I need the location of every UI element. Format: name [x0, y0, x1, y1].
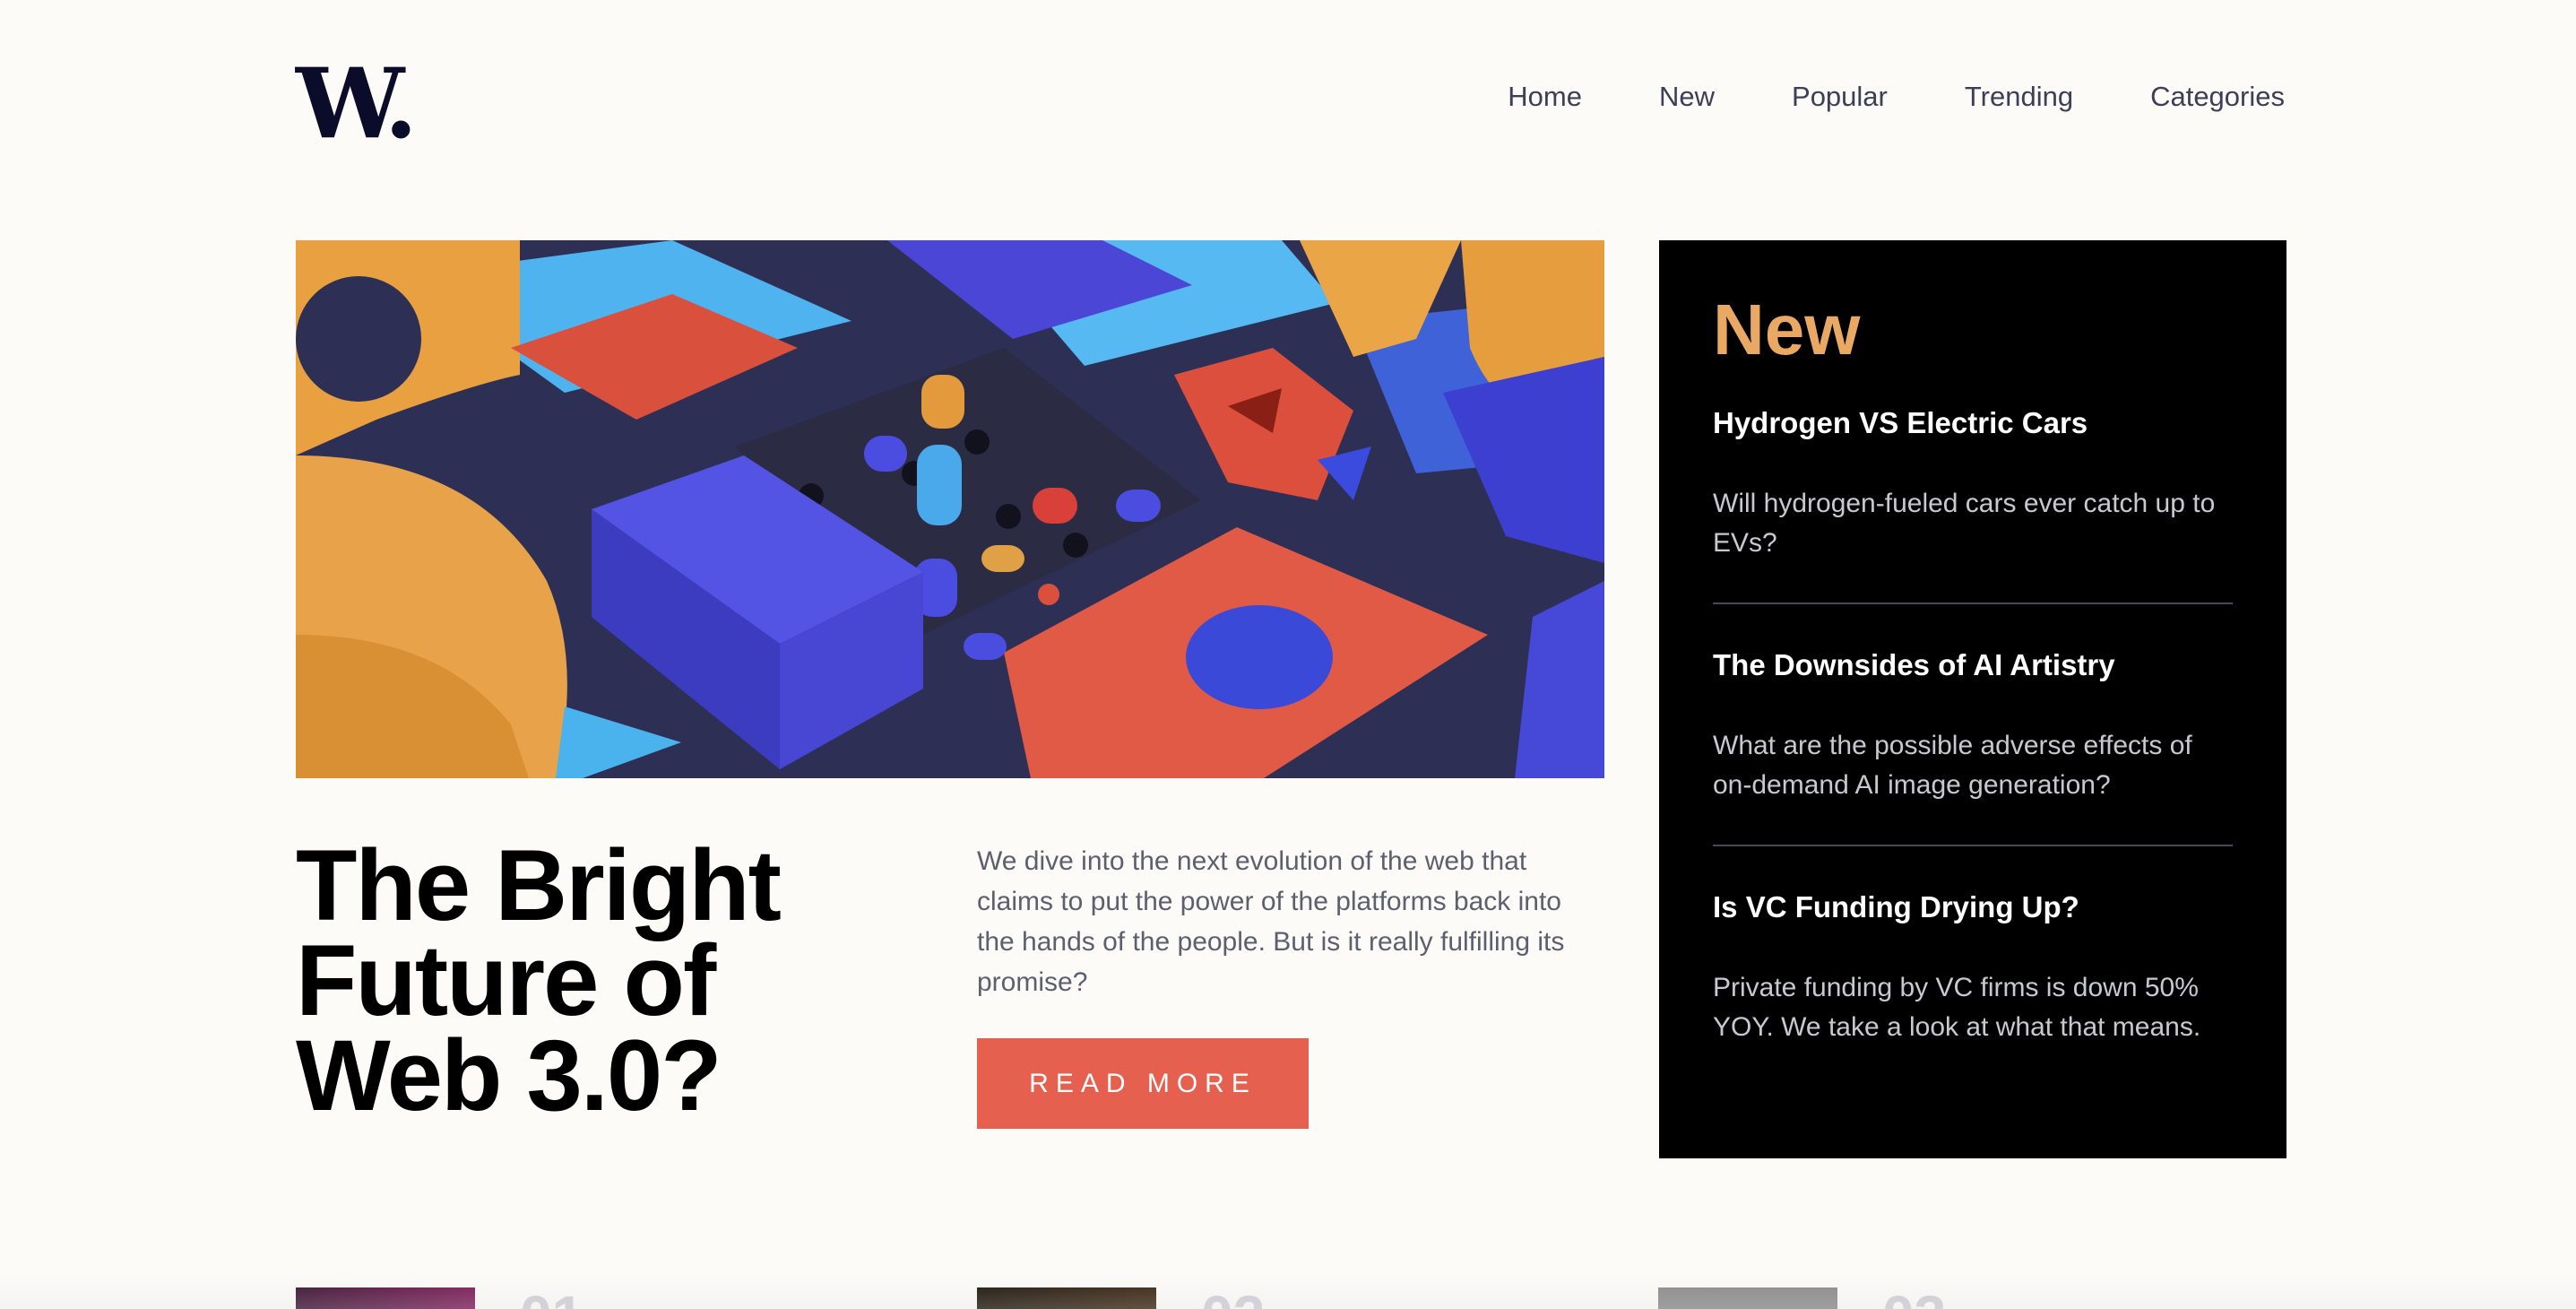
- read-more-button[interactable]: READ MORE: [977, 1038, 1309, 1129]
- new-articles-panel: New Hydrogen VS Electric Cars Will hydro…: [1659, 240, 2286, 1158]
- nav-home[interactable]: Home: [1508, 79, 1582, 115]
- new-article-item[interactable]: Is VC Funding Drying Up? Private funding…: [1713, 889, 2233, 1047]
- new-article-summary: Will hydrogen-fueled cars ever catch up …: [1713, 489, 2216, 558]
- teaser-thumbnail[interactable]: [977, 1287, 1156, 1309]
- new-article-title[interactable]: The Downsides of AI Artistry: [1713, 647, 2233, 683]
- divider: [1713, 845, 2233, 846]
- teaser-thumbnail[interactable]: [296, 1287, 475, 1309]
- new-article-item[interactable]: The Downsides of AI Artistry What are th…: [1713, 647, 2233, 805]
- teaser-thumbnail[interactable]: [1658, 1287, 1837, 1309]
- new-article-summary: Private funding by VC firms is down 50% …: [1713, 973, 2201, 1042]
- new-article-title[interactable]: Is VC Funding Drying Up?: [1713, 889, 2233, 925]
- site-logo[interactable]: W.: [296, 56, 418, 152]
- new-article-title[interactable]: Hydrogen VS Electric Cars: [1713, 405, 2233, 441]
- main-nav: Home New Popular Trending Categories: [1431, 79, 2285, 115]
- nav-new[interactable]: New: [1659, 79, 1715, 115]
- nav-categories[interactable]: Categories: [2150, 79, 2285, 115]
- hero-image: [296, 240, 1604, 778]
- new-article-item[interactable]: Hydrogen VS Electric Cars Will hydrogen-…: [1713, 405, 2233, 563]
- teaser-number: 01: [520, 1287, 583, 1309]
- page: W. Home New Popular Trending Categories: [0, 0, 2576, 1309]
- new-article-summary: What are the possible adverse effects of…: [1713, 731, 2192, 800]
- nav-trending[interactable]: Trending: [1965, 79, 2073, 115]
- hero-title: The Bright Future of Web 3.0?: [296, 829, 782, 1131]
- hero-description: We dive into the next evolution of the w…: [977, 846, 1565, 997]
- teaser-number: 03: [1882, 1287, 1946, 1309]
- new-panel-heading: New: [1713, 290, 1861, 369]
- teaser-number: 02: [1201, 1287, 1265, 1309]
- divider: [1713, 602, 2233, 604]
- nav-popular[interactable]: Popular: [1792, 79, 1888, 115]
